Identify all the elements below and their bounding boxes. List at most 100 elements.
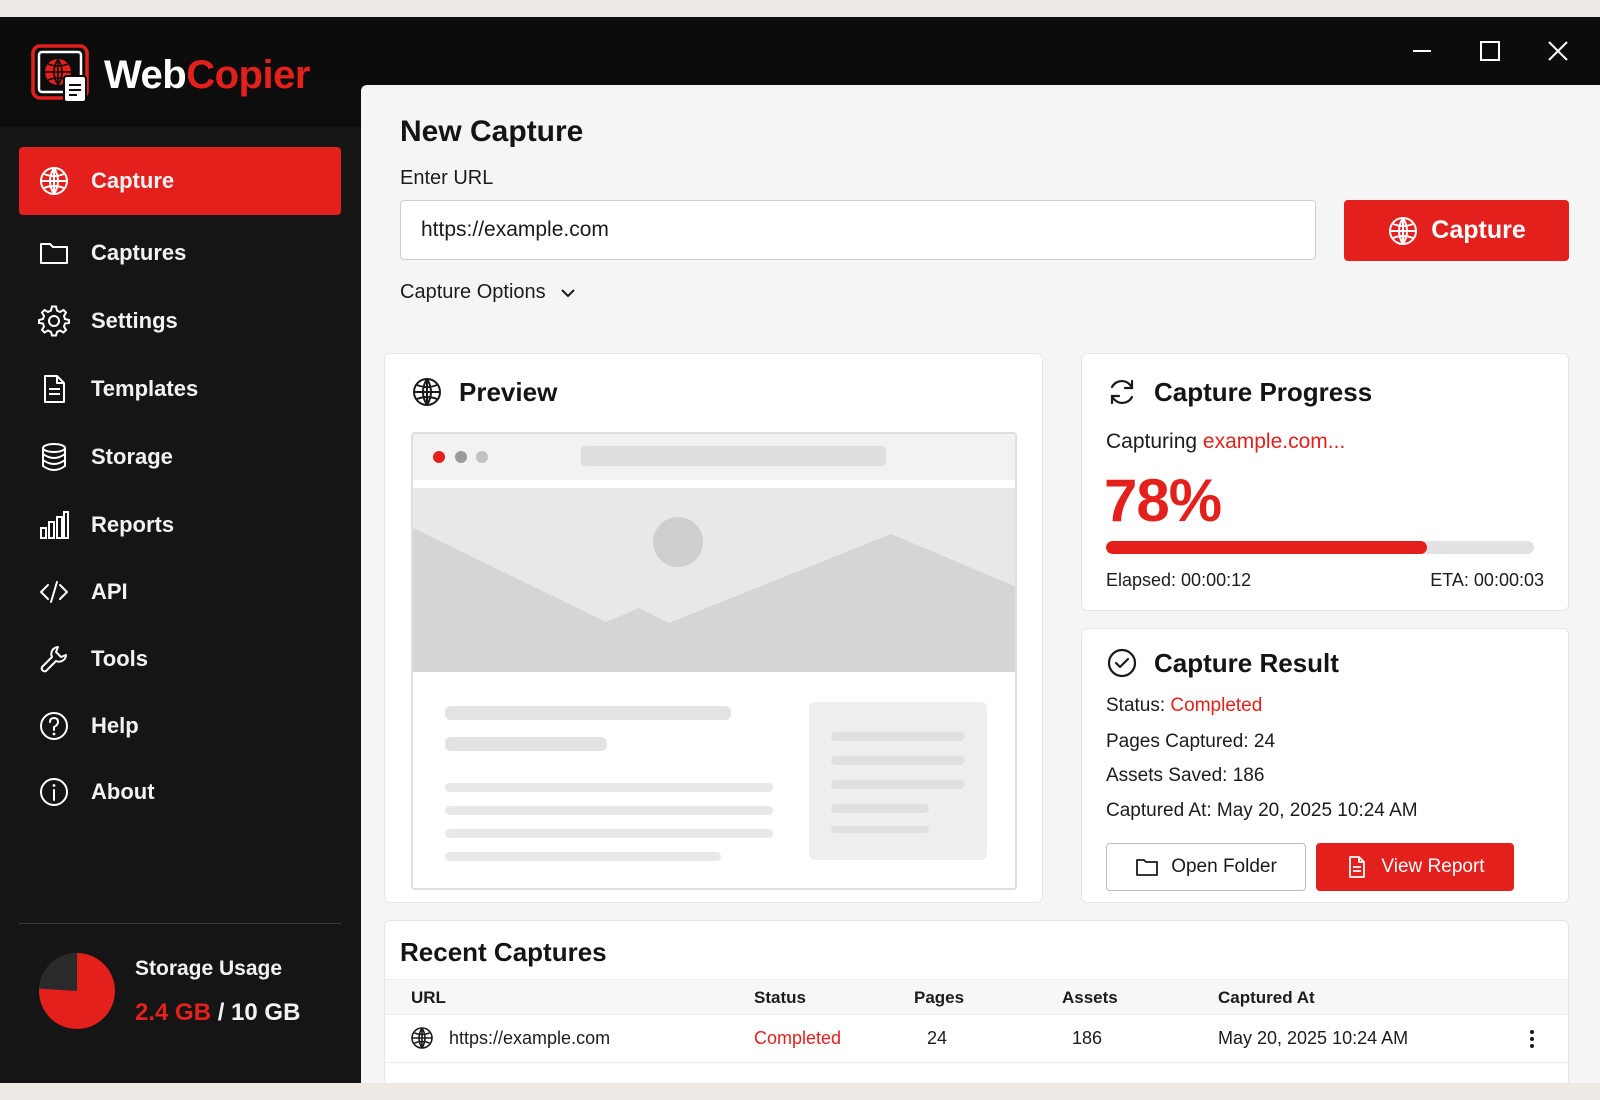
maximize-button[interactable] [1476, 37, 1504, 65]
capturing-prefix: Capturing [1106, 430, 1203, 453]
row-url: https://example.com [449, 1028, 611, 1048]
storage-usage-title: Storage Usage [135, 957, 283, 980]
sidebar-item-label: About [91, 779, 155, 804]
sidebar-item-captures[interactable]: Captures [19, 219, 341, 287]
gear-icon [37, 304, 71, 338]
browser-address-placeholder [581, 446, 886, 466]
sidebar-item-label: API [91, 579, 128, 604]
progress-bar [1106, 541, 1534, 554]
sidebar-item-label: Storage [91, 444, 173, 469]
capture-progress-card: Capture Progress Capturing example.com..… [1081, 353, 1569, 611]
recent-captures-title: Recent Captures [400, 937, 607, 967]
sidebar-item-api[interactable]: API [19, 558, 341, 626]
close-icon [1548, 41, 1568, 61]
capture-options-toggle[interactable]: Capture Options [400, 281, 578, 304]
sidebar-skeleton [809, 702, 987, 860]
document-icon [37, 372, 71, 406]
main-panel: New Capture Enter URL Capture Capture Op… [361, 85, 1600, 1083]
result-pages: Pages Captured: 24 [1106, 731, 1276, 752]
table-header: URL Status Pages Assets Captured At [385, 979, 1568, 1015]
column-header-assets[interactable]: Assets [1062, 988, 1118, 1008]
open-folder-button[interactable]: Open Folder [1106, 843, 1306, 891]
progress-header: Capture Progress [1106, 376, 1372, 408]
browser-dot-light [476, 451, 488, 463]
storage-separator: / [211, 999, 232, 1026]
column-header-pages[interactable]: Pages [914, 988, 964, 1008]
browser-dot-gray [455, 451, 467, 463]
preview-image-placeholder [413, 488, 1015, 672]
sidebar-item-label: Capture [91, 168, 175, 193]
text-skeleton [445, 852, 721, 861]
storage-total: 10 GB [231, 999, 301, 1026]
result-assets: Assets Saved: 186 [1106, 765, 1265, 786]
sidebar-item-label: Help [91, 713, 139, 738]
check-circle-icon [1107, 648, 1137, 678]
maximize-icon [1480, 41, 1500, 61]
preview-browser-mockup [411, 432, 1017, 890]
title-bar: WebCopier [0, 17, 1600, 103]
storage-usage-value: 2.4 GB / 10 GB [135, 999, 300, 1027]
column-header-captured-at[interactable]: Captured At [1218, 988, 1315, 1008]
text-skeleton [445, 783, 773, 792]
row-pages: 24 [927, 1028, 948, 1048]
sidebar-item-settings[interactable]: Settings [19, 287, 341, 355]
close-button[interactable] [1544, 37, 1572, 65]
url-input[interactable] [400, 200, 1316, 260]
sidebar-item-label: Tools [91, 646, 149, 671]
folder-icon [37, 236, 71, 270]
app-brand: WebCopier [104, 53, 310, 98]
minimize-button[interactable] [1408, 37, 1436, 65]
more-options-icon[interactable] [1520, 1027, 1544, 1051]
eta-time: ETA: 00:00:03 [1430, 570, 1544, 590]
capturing-status: Capturing example.com... [1106, 430, 1345, 454]
app-window: WebCopier Capture Captures Settings Temp… [0, 17, 1600, 1083]
sidebar-item-storage[interactable]: Storage [19, 423, 341, 491]
text-skeleton [831, 804, 929, 813]
sidebar-item-reports[interactable]: Reports [19, 491, 341, 559]
row-captured-at: May 20, 2025 10:24 AM [1218, 1028, 1409, 1048]
chevron-down-icon [560, 288, 575, 297]
table-row[interactable]: https://example.com Completed 24 186 May… [385, 1015, 1568, 1063]
status-label: Status: [1106, 695, 1171, 716]
preview-browser-bar [413, 434, 1015, 480]
sidebar-item-capture[interactable]: Capture [19, 147, 341, 215]
text-skeleton [831, 732, 965, 741]
code-icon [37, 575, 71, 609]
open-folder-label: Open Folder [1171, 856, 1277, 877]
storage-pie-chart [39, 953, 115, 1029]
globe-icon [1389, 216, 1418, 245]
result-header: Capture Result [1106, 647, 1339, 679]
sidebar-item-tools[interactable]: Tools [19, 625, 341, 693]
sidebar-item-templates[interactable]: Templates [19, 355, 341, 423]
capture-button[interactable]: Capture [1344, 200, 1569, 261]
preview-card: Preview [384, 353, 1043, 903]
column-header-status[interactable]: Status [754, 988, 806, 1008]
storage-used: 2.4 GB [135, 999, 212, 1026]
preview-title: Preview [459, 376, 558, 407]
database-icon [37, 440, 71, 474]
sidebar-item-label: Captures [91, 240, 187, 265]
capturing-target: example.com... [1202, 430, 1346, 453]
globe-icon [413, 378, 441, 406]
landscape-image-icon [413, 517, 1015, 672]
row-assets: 186 [1072, 1028, 1103, 1048]
view-report-button[interactable]: View Report [1316, 843, 1514, 891]
column-header-url[interactable]: URL [411, 988, 446, 1008]
text-skeleton [831, 826, 929, 833]
browser-dot-red [433, 451, 445, 463]
globe-icon [37, 164, 71, 198]
progress-title: Capture Progress [1154, 376, 1373, 407]
brand-web: Web [104, 53, 187, 97]
minimize-icon [1413, 50, 1431, 52]
globe-icon [411, 1027, 433, 1049]
sidebar-item-about[interactable]: About [19, 758, 341, 826]
sidebar-item-label: Reports [91, 512, 175, 537]
sidebar-divider [19, 923, 341, 924]
status-value: Completed [1170, 695, 1263, 716]
text-skeleton [445, 829, 773, 838]
page-title: New Capture [400, 115, 584, 148]
sidebar-item-help[interactable]: Help [19, 692, 341, 760]
url-label: Enter URL [400, 167, 494, 189]
preview-header: Preview [411, 376, 557, 408]
bar-chart-icon [37, 508, 71, 542]
